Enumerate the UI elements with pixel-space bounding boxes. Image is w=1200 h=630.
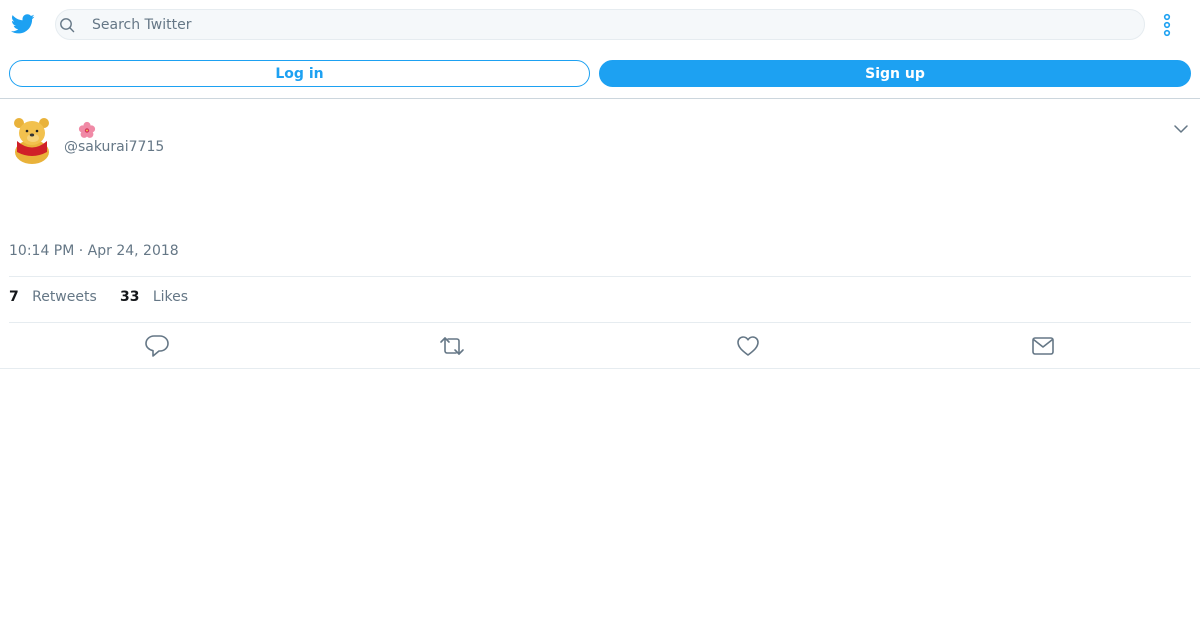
reply-icon[interactable] xyxy=(144,333,170,359)
retweets-stat[interactable]: 7 Retweets xyxy=(9,289,97,305)
header-divider xyxy=(0,98,1200,99)
retweet-icon[interactable] xyxy=(439,333,465,359)
retweets-label: Retweets xyxy=(32,289,97,305)
divider xyxy=(9,276,1191,277)
more-vertical-icon[interactable] xyxy=(1159,12,1175,38)
top-bar xyxy=(0,0,1200,48)
retweets-count: 7 xyxy=(9,289,19,305)
chevron-down-icon[interactable] xyxy=(1173,122,1189,136)
tweet-timestamp[interactable]: 10:14 PM · Apr 24, 2018 xyxy=(9,243,179,259)
hibiscus-icon xyxy=(78,121,96,138)
auth-buttons: Log in Sign up xyxy=(0,60,1200,88)
divider xyxy=(0,368,1200,369)
avatar[interactable] xyxy=(9,114,56,164)
likes-label: Likes xyxy=(152,289,189,305)
envelope-icon[interactable] xyxy=(1030,333,1056,359)
signup-button[interactable]: Sign up xyxy=(599,60,1191,87)
likes-stat[interactable]: 33 Likes xyxy=(120,289,188,305)
tweet-actions xyxy=(0,323,1200,368)
search-icon xyxy=(60,18,75,33)
user-handle[interactable]: @sakurai7715 xyxy=(64,139,164,155)
search-box[interactable] xyxy=(55,9,1145,40)
likes-count: 33 xyxy=(120,289,140,305)
twitter-bird-icon[interactable] xyxy=(11,12,35,36)
search-input[interactable] xyxy=(92,10,1132,39)
heart-icon[interactable] xyxy=(735,333,761,359)
login-button[interactable]: Log in xyxy=(9,60,590,87)
